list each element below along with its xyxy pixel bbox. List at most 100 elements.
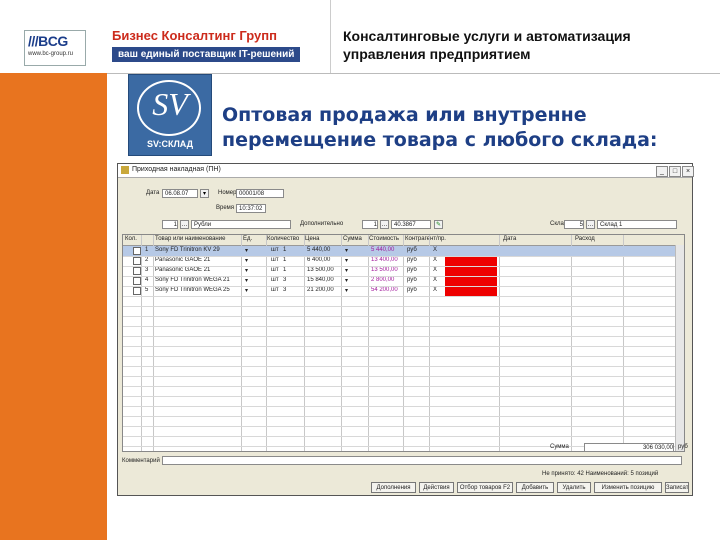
grid-row-line — [123, 436, 684, 437]
column-header[interactable]: Стоимость — [369, 236, 399, 242]
grid-cell-name: Sony FD Trinitron WEGA 25 — [155, 287, 230, 293]
logo-area: ///BCG www.bc-group.ru Бизнес Консалтинг… — [0, 0, 330, 73]
header-title: Консалтинговые услуги и автоматизация уп… — [343, 28, 631, 62]
column-header[interactable]: Контрагент/пр. — [405, 236, 446, 242]
select-goods-button[interactable]: Отбор товаров F2 — [457, 482, 513, 493]
grid-row-line — [123, 286, 684, 287]
calendar-button[interactable]: ▾ — [200, 189, 209, 198]
save-button[interactable]: Записать — [665, 482, 689, 493]
table-row[interactable]: 5 Sony FD Trinitron WEGA 25 шт 3 21 200,00 54… — [123, 286, 684, 296]
grid-row-line — [123, 396, 684, 397]
maximize-button[interactable]: □ — [669, 166, 681, 177]
row-checkbox[interactable] — [133, 247, 141, 255]
unit-dropdown-icon[interactable]: ▾ — [245, 287, 248, 294]
total-label: Сумма — [550, 444, 569, 450]
row-checkbox[interactable] — [133, 277, 141, 285]
minimize-button[interactable]: _ — [656, 166, 668, 177]
price-dropdown-icon[interactable]: ▾ — [345, 247, 348, 254]
grid-row-line — [123, 416, 684, 417]
warehouse-lookup-button[interactable]: … — [586, 220, 595, 229]
grid-cell-price: 21 200,00 — [307, 287, 334, 293]
additions-button[interactable]: Дополнения — [371, 482, 416, 493]
column-header[interactable]: Расход — [575, 236, 595, 242]
highlight-cell — [445, 286, 497, 296]
grid-cell-unit: шт — [271, 257, 279, 263]
grid-cell-sum: 2 800,00 — [371, 277, 395, 283]
grid-cell-qty: 1 — [283, 247, 287, 253]
grid-row-line — [123, 386, 684, 387]
table-row[interactable]: 2 Panasonic GAOE 21 шт 1 6 400,00 13 400,00 ру… — [123, 256, 684, 266]
column-header[interactable]: Кол. — [125, 236, 137, 242]
actions-button[interactable]: Действия — [419, 482, 454, 493]
highlight-cell — [445, 276, 497, 286]
close-button[interactable]: × — [682, 166, 694, 177]
grid-cell-price: 15 840,00 — [307, 277, 334, 283]
items-grid[interactable]: Кол. Товар или наименование Ед. Количест… — [122, 234, 685, 452]
sv-letters: SV — [152, 86, 188, 122]
warehouse-name-field[interactable]: Склад 1 — [597, 220, 677, 229]
column-header[interactable]: Количество — [267, 236, 299, 242]
grid-cell-index: 3 — [145, 267, 149, 273]
sv-caption: SV:СКЛАД — [146, 139, 194, 149]
grid-cell-index: 5 — [145, 287, 149, 293]
grid-row-line — [123, 376, 684, 377]
unit-dropdown-icon[interactable]: ▾ — [245, 247, 248, 254]
total-field: 306 030,00 — [584, 443, 674, 452]
grid-row-line — [123, 346, 684, 347]
table-row[interactable]: 1 Sony FD Trinitron KV 29 шт 1 5 440,00 5 440… — [123, 246, 684, 256]
grid-scrollbar[interactable] — [675, 245, 684, 451]
number-label: Номер — [218, 190, 237, 196]
column-header[interactable]: Сумма — [343, 236, 362, 242]
column-header[interactable]: Цена — [305, 236, 319, 242]
grid-cell-currency: руб — [407, 277, 417, 283]
time-field[interactable]: 10:37:02 — [236, 204, 266, 213]
column-header[interactable]: Товар или наименование — [155, 236, 225, 242]
row-checkbox[interactable] — [133, 267, 141, 275]
number-field[interactable]: 00001/08 — [236, 189, 284, 198]
row-checkbox[interactable] — [133, 257, 141, 265]
grid-cell-unit: шт — [271, 287, 279, 293]
date-field[interactable]: 06.08.07 — [162, 189, 198, 198]
grid-cell-qty: 1 — [283, 267, 287, 273]
grid-cell-qty: 1 — [283, 257, 287, 263]
rate-field[interactable]: 40.3867 — [391, 220, 431, 229]
comment-field[interactable] — [162, 456, 682, 465]
row-checkbox[interactable] — [133, 287, 141, 295]
column-header[interactable]: Ед. — [243, 236, 252, 242]
extra-lookup-button[interactable]: … — [380, 220, 389, 229]
unit-dropdown-icon[interactable]: ▾ — [245, 257, 248, 264]
grid-row-line — [123, 256, 684, 257]
price-dropdown-icon[interactable]: ▾ — [345, 267, 348, 274]
header-divider — [330, 0, 331, 73]
window-titlebar: Приходная накладная (ПН) _ □ × — [118, 164, 694, 178]
price-dropdown-icon[interactable]: ▾ — [345, 257, 348, 264]
table-row[interactable]: 3 Panasonic GAOE 21 шт 1 13 500,00 13 500,00 р… — [123, 266, 684, 276]
warehouse-code-field[interactable]: 5 — [564, 220, 584, 229]
column-header[interactable]: Дата — [503, 236, 516, 242]
currency-code-field[interactable]: 1 — [162, 220, 178, 229]
currency-name-field[interactable]: Рубли — [191, 220, 291, 229]
bcg-mark: ///BCG — [28, 33, 68, 49]
price-dropdown-icon[interactable]: ▾ — [345, 287, 348, 294]
unit-dropdown-icon[interactable]: ▾ — [245, 277, 248, 284]
unit-dropdown-icon[interactable]: ▾ — [245, 267, 248, 274]
grid-cell-index: 2 — [145, 257, 149, 263]
currency-lookup-button[interactable]: … — [180, 220, 189, 229]
company-tagline: ваш единый поставщик IT-решений — [112, 47, 301, 62]
grid-cell-sum: 13 500,00 — [371, 267, 398, 273]
grid-cell-flag: Х — [433, 267, 438, 273]
grid-cell-price: 6 400,00 — [307, 257, 331, 263]
add-button[interactable]: Добавить — [516, 482, 554, 493]
sv-product-logo: SV SV:СКЛАД — [128, 74, 212, 156]
grid-cell-qty: 3 — [283, 287, 287, 293]
extra-code-field[interactable]: 1 — [362, 220, 378, 229]
table-row[interactable]: 4 Sony FD Trinitron WEGA 21 шт 3 15 840,00 2 … — [123, 276, 684, 286]
price-dropdown-icon[interactable]: ▾ — [345, 277, 348, 284]
edit-rate-icon[interactable]: ✎ — [434, 220, 443, 229]
highlight-cell — [445, 256, 497, 266]
grid-cell-price: 5 440,00 — [307, 247, 331, 253]
grid-cell-name: Sony FD Trinitron WEGA 21 — [155, 277, 230, 283]
edit-item-button[interactable]: Изменить позицию — [594, 482, 662, 493]
grid-cell-index: 4 — [145, 277, 149, 283]
delete-button[interactable]: Удалить — [557, 482, 591, 493]
